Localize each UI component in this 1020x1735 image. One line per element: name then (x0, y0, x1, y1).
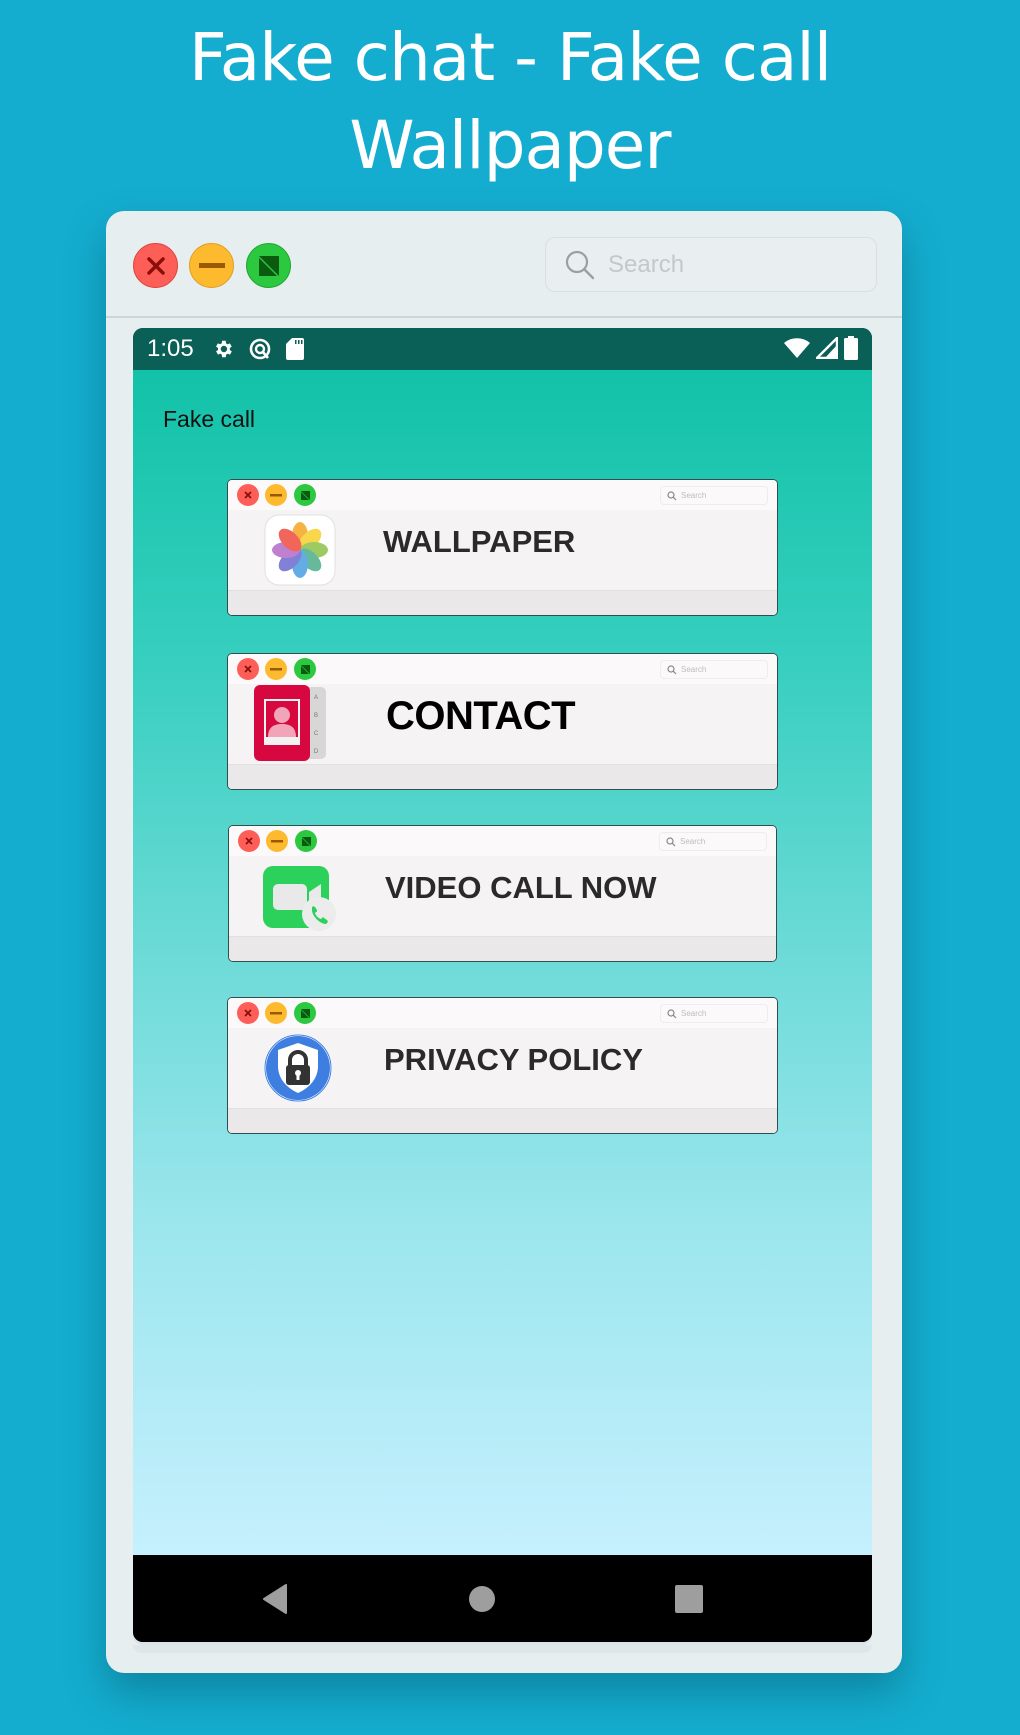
status-bar: 1:05 (133, 328, 872, 370)
wallpaper-button[interactable]: Search WALLPAPER (227, 479, 778, 616)
mini-search-field: Search (660, 1004, 768, 1023)
card-footer (228, 590, 777, 615)
wallpaper-label: WALLPAPER (383, 524, 576, 559)
phone-screen: 1:05 Fake call Search WALLPAPER Search A… (133, 328, 872, 1642)
search-icon (565, 250, 595, 279)
title-divider (106, 316, 902, 318)
mini-search-placeholder: Search (680, 837, 706, 846)
privacy-policy-button[interactable]: Search PRIVACY POLICY (227, 997, 778, 1134)
mini-maximize-icon (294, 658, 316, 680)
nav-back-button[interactable] (245, 1555, 305, 1642)
signal-icon (814, 335, 839, 364)
card-footer (228, 764, 777, 789)
video-call-label: VIDEO CALL NOW (385, 870, 657, 905)
headline-line-2: Wallpaper (349, 107, 671, 184)
card-footer (229, 936, 776, 961)
mini-search-placeholder: Search (681, 491, 707, 500)
minimize-icon (198, 262, 225, 268)
close-icon (146, 256, 165, 275)
mini-close-icon (237, 1002, 259, 1024)
contact-label: CONTACT (386, 694, 576, 738)
mini-close-icon (237, 484, 259, 506)
battery-icon (844, 336, 858, 365)
search-placeholder: Search (608, 250, 685, 278)
mini-minimize-icon (265, 484, 287, 506)
search-icon (667, 490, 677, 500)
mini-search-field: Search (660, 660, 768, 679)
mini-minimize-icon (265, 1002, 287, 1024)
maximize-icon (258, 255, 279, 276)
mini-close-icon (237, 658, 259, 680)
data-saver-icon (248, 337, 272, 361)
recents-icon (675, 1584, 703, 1613)
wifi-icon (784, 337, 810, 364)
app-screen: Fake call Search WALLPAPER Search A B C … (133, 370, 872, 1555)
mini-minimize-icon (265, 658, 287, 680)
card-footer (228, 1108, 777, 1133)
back-icon (263, 1583, 287, 1614)
nav-home-button[interactable] (452, 1555, 512, 1642)
window-minimize-button[interactable] (189, 243, 234, 288)
mini-search-field: Search (659, 832, 767, 851)
mini-maximize-icon (294, 484, 316, 506)
video-call-button[interactable]: Search VIDEO CALL NOW (228, 825, 777, 962)
search-icon (666, 836, 676, 846)
headline-line-1: Fake chat - Fake call (188, 19, 832, 96)
window-search-field[interactable]: Search (545, 237, 877, 292)
privacy-policy-label: PRIVACY POLICY (384, 1042, 643, 1077)
mini-maximize-icon (295, 830, 317, 852)
svg-text:D: D (314, 749, 319, 755)
status-time: 1:05 (147, 335, 194, 362)
screen-title: Fake call (163, 406, 256, 432)
nav-recents-button[interactable] (659, 1555, 719, 1642)
mini-maximize-icon (294, 1002, 316, 1024)
contact-button[interactable]: Search A B C D CONTACT (227, 653, 778, 790)
promo-headline: Fake chat - Fake call Wallpaper (0, 14, 1020, 190)
search-icon (667, 1008, 677, 1018)
mini-search-placeholder: Search (681, 665, 707, 674)
sd-card-icon (285, 338, 304, 360)
search-icon (667, 664, 677, 674)
window-close-button[interactable] (133, 243, 178, 288)
home-icon (469, 1585, 495, 1612)
window-maximize-button[interactable] (246, 243, 291, 288)
mini-minimize-icon (266, 830, 288, 852)
window-bottom-strip (133, 1645, 872, 1653)
mini-close-icon (238, 830, 260, 852)
mini-search-field: Search (660, 486, 768, 505)
mini-search-placeholder: Search (681, 1009, 707, 1018)
app-window: Search 1:05 Fake call Search WALLPAPER S… (106, 211, 902, 1673)
android-nav-bar (133, 1555, 872, 1642)
gear-icon (212, 338, 234, 360)
